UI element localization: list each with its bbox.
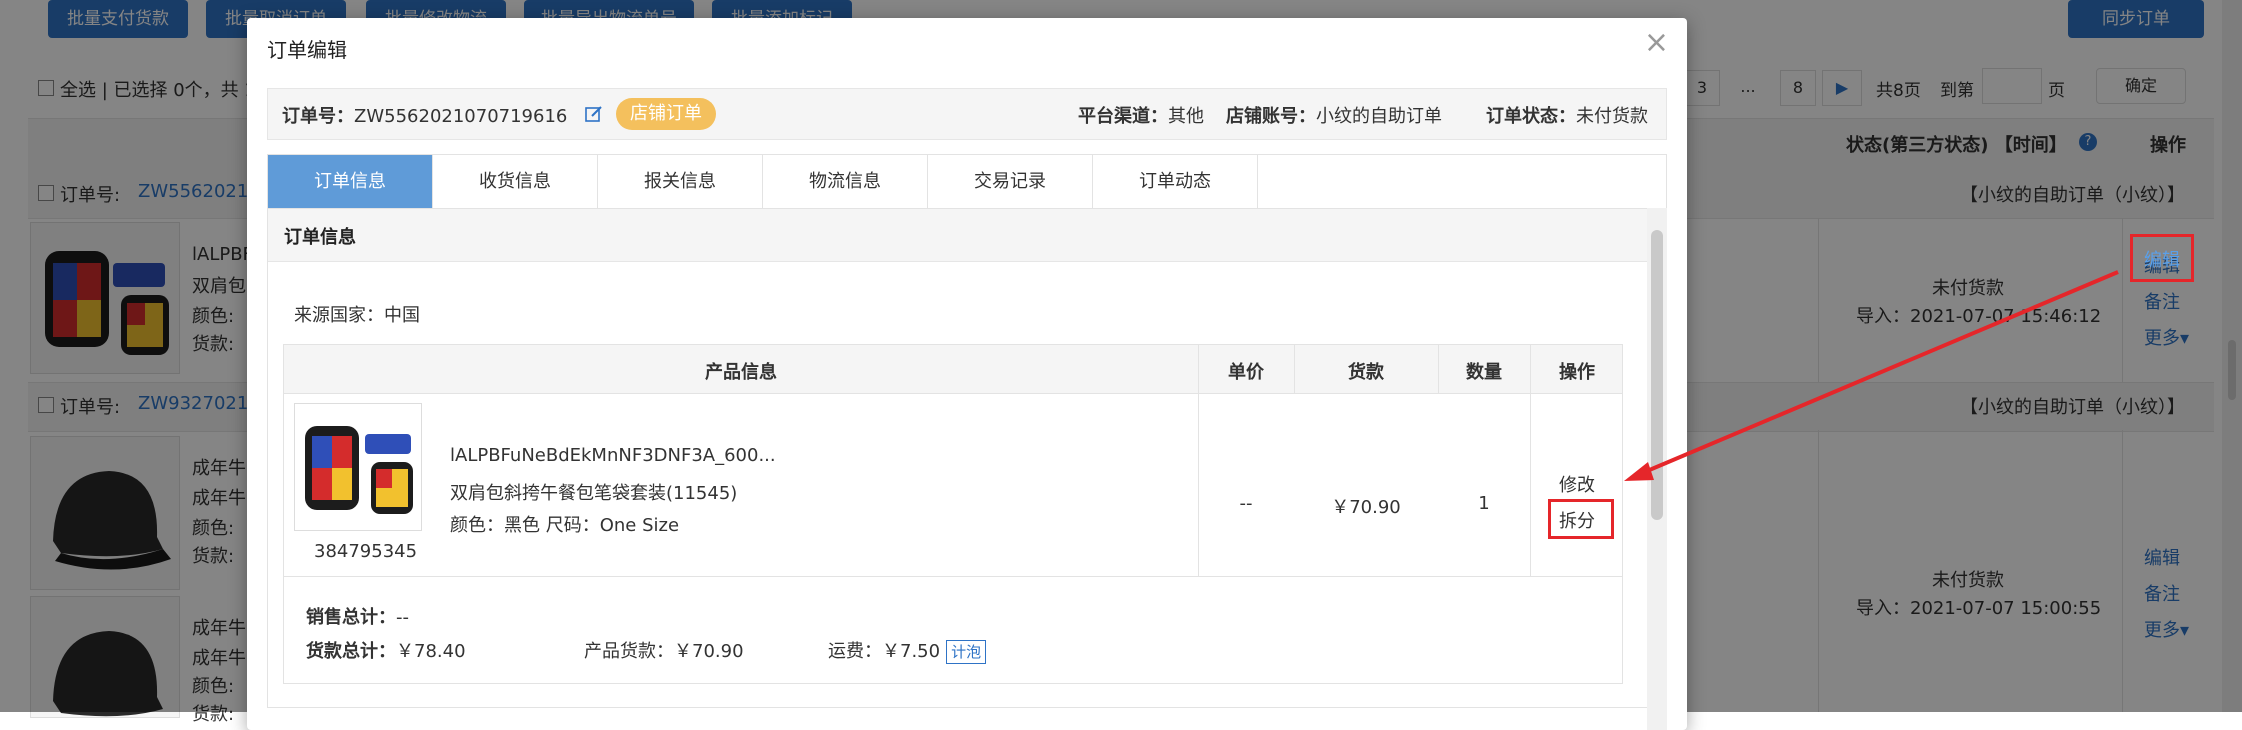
annotation-arrow	[1624, 270, 2119, 481]
